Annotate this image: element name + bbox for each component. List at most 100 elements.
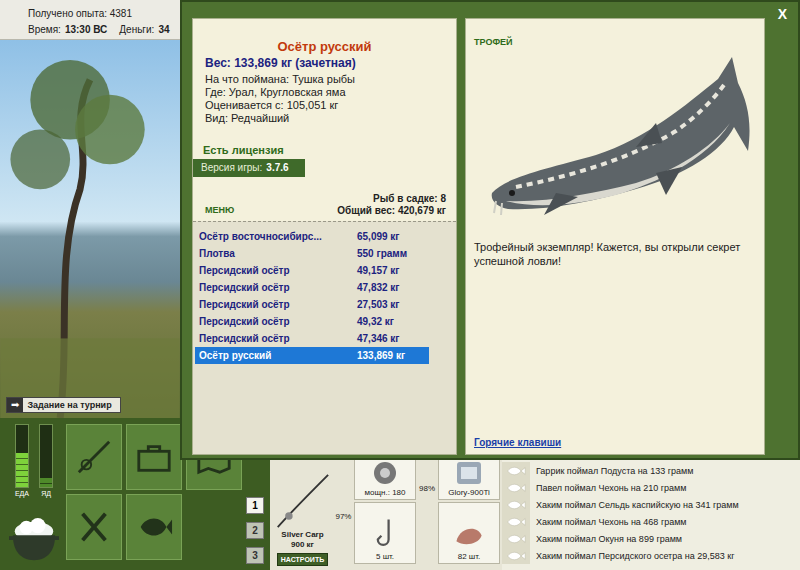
catch-name: Персидский осётр (199, 313, 357, 330)
slot-tab[interactable]: 1 (246, 497, 264, 514)
catch-name: Персидский осётр (199, 279, 357, 296)
chat-row: Хаким поймал Окуня на 899 грамм (502, 530, 800, 547)
meters: ЕДА ЯД (15, 424, 53, 497)
catch-name: Осётр восточносибирс... (199, 228, 357, 245)
meter-track (39, 424, 53, 488)
catch-row[interactable]: Персидский осётр 47,832 кг (195, 279, 429, 296)
pot-icon[interactable] (9, 516, 59, 564)
fish-icon (506, 551, 526, 561)
fish-weight: Вес: 133,869 кг (зачетная) (193, 55, 456, 71)
tackle-box-button[interactable] (126, 424, 182, 490)
catch-name: Персидский осётр (199, 330, 357, 347)
slot-tab[interactable]: 2 (246, 522, 264, 539)
version-label: Версия игры: (201, 162, 262, 174)
hook-icon (365, 516, 405, 552)
chat-row: Хаким поймал Сельдь каспийскую на 341 гр… (502, 496, 800, 513)
fish-icon (506, 500, 526, 510)
detail-line: Где: Урал, Кругловская яма (205, 86, 456, 99)
chat-text: Хаким поймал Окуня на 899 грамм (530, 534, 682, 544)
tournament-label: Задание на турнир (23, 398, 119, 412)
catch-row[interactable]: Персидский осётр 27,503 кг (195, 296, 429, 313)
hook-count: 5 шт. (376, 552, 394, 561)
rod-name: Silver Carp (281, 530, 323, 539)
chat-row: Павел поймал Чехонь на 210 грамм (502, 479, 800, 496)
time-label: Время: (28, 24, 61, 35)
meter-track (15, 424, 29, 488)
reel-wear: 98% (416, 484, 438, 493)
rod-button[interactable] (66, 424, 122, 490)
time-value: 13:30 ВС (65, 24, 107, 35)
rod-icon (75, 438, 113, 476)
meter: ЕДА (15, 424, 29, 497)
sturgeon-icon (486, 43, 756, 218)
bait-icon (449, 516, 489, 552)
catch-row[interactable]: Персидский осётр 49,157 кг (195, 262, 429, 279)
bait-count: 82 шт. (458, 552, 481, 561)
catch-list: Осётр восточносибирс... 65,099 кгПлотва … (193, 221, 456, 454)
meter-fill (16, 453, 28, 487)
detail-line: На что поймана: Тушка рыбы (205, 73, 456, 86)
catch-name: Осётр русский (199, 347, 357, 364)
catch-row[interactable]: Персидский осётр 49,32 кг (195, 313, 429, 330)
tree-icon (0, 40, 180, 418)
chat-row: Хаким поймал Чехонь на 468 грамм (502, 513, 800, 530)
catch-row[interactable]: Персидский осётр 47,346 кг (195, 330, 429, 347)
hook-slot[interactable]: 5 шт. (354, 502, 416, 564)
setup-button[interactable]: НАСТРОИТЬ (277, 553, 328, 566)
rod-picture-icon (274, 473, 330, 529)
trophy-panel: ТРОФЕЙ Трофейный экземпляр! Кажется, вы … (465, 18, 765, 455)
catch-name: Персидский осётр (199, 262, 357, 279)
catch-name: Плотва (199, 245, 357, 262)
tournament-button[interactable]: ➡ Задание на турнир (6, 397, 121, 413)
fish-icon (506, 483, 526, 493)
keepnet-button[interactable] (126, 494, 182, 560)
keepnet-count: Рыб в садке: 8 (337, 193, 446, 205)
keepnet-totals: Рыб в садке: 8 Общий вес: 420,679 кг (337, 193, 446, 217)
reel-icon (365, 458, 405, 488)
catch-weight: 47,346 кг (357, 330, 429, 347)
detail-line: Оценивается с: 105,051 кг (205, 99, 456, 112)
catch-row[interactable]: Осётр восточносибирс... 65,099 кг (195, 228, 429, 245)
catch-weight: 133,869 кг (357, 347, 429, 364)
fish-icon (506, 534, 526, 544)
game-screen: Получено опыта: 4381 Время: 13:30 ВС Ден… (0, 0, 800, 570)
fish-icon (506, 466, 526, 476)
rod-wear: 97% (334, 512, 353, 521)
catch-row[interactable]: Осётр русский 133,869 кг (195, 347, 429, 364)
fish-icon (506, 517, 526, 527)
chat-row: Хаким поймал Персидского осетра на 29,58… (502, 547, 800, 564)
chat-text: Хаким поймал Чехонь на 468 грамм (530, 517, 687, 527)
food-button[interactable] (66, 494, 122, 560)
rod-weight: 900 кг (291, 540, 314, 549)
arrow-icon: ➡ (7, 398, 23, 412)
chat-text: Гаррик поймал Подуста на 133 грамм (530, 466, 693, 476)
meter-fill (40, 478, 52, 487)
catch-row[interactable]: Плотва 550 грамм (195, 245, 429, 262)
line-name: Glory-900Ti (448, 488, 490, 497)
chat-text: Хаким поймал Персидского осетра на 29,58… (530, 551, 734, 561)
catch-weight: 49,32 кг (357, 313, 429, 330)
catch-dialog: X Осётр русский Вес: 133,869 кг (зачетна… (180, 0, 800, 460)
catch-name: Персидский осётр (199, 296, 357, 313)
version-value: 3.7.6 (266, 162, 288, 174)
catch-weight: 65,099 кг (357, 228, 429, 245)
rod-slot: Silver Carp 900 кг НАСТРОИТЬ (272, 473, 333, 566)
meter-label: ЕДА (15, 490, 29, 497)
meter-label: ЯД (41, 490, 51, 497)
trophy-label: ТРОФЕЙ (474, 37, 756, 47)
license: Есть лицензия (193, 143, 456, 157)
fish-icon (135, 508, 173, 546)
fish-name: Осётр русский (193, 39, 456, 55)
total-weight: Общий вес: 420,679 кг (337, 205, 446, 217)
close-button[interactable]: X (775, 6, 790, 22)
trophy-text: Трофейный экземпляр! Кажется, вы открыли… (474, 240, 756, 268)
hotkeys-link[interactable]: Горячие клавиши (474, 437, 756, 448)
slot-tab[interactable]: 3 (246, 547, 264, 564)
money-label: Деньги: (119, 24, 154, 35)
menu-button[interactable]: МЕНЮ (205, 205, 234, 217)
catch-weight: 49,157 кг (357, 262, 429, 279)
catch-info-panel: Осётр русский Вес: 133,869 кг (зачетная)… (192, 18, 457, 455)
reel-power: мощн.: 180 (365, 488, 406, 497)
catch-weight: 47,832 кг (357, 279, 429, 296)
bait-slot[interactable]: 82 шт. (438, 502, 500, 564)
